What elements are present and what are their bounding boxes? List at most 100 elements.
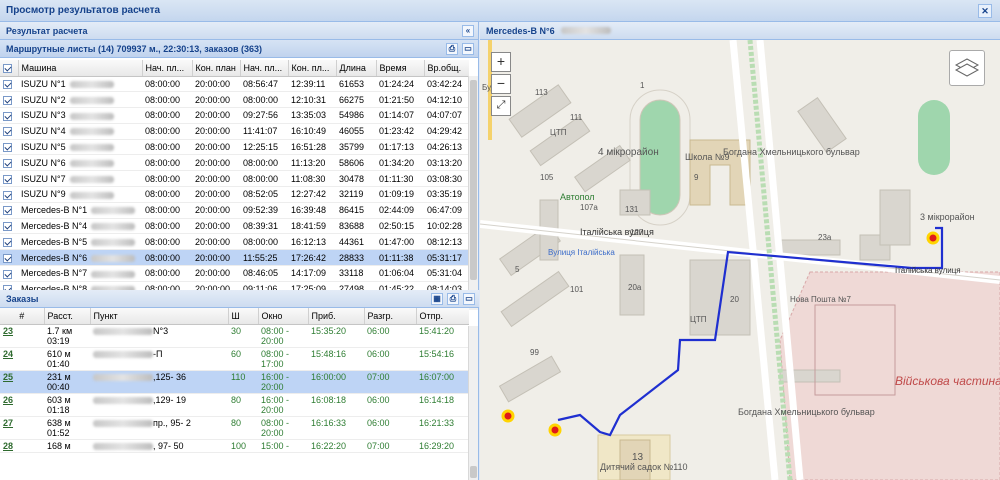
checkbox-cell[interactable] (0, 76, 18, 93)
zoom-out-button[interactable]: − (491, 74, 511, 94)
order-cell: 16:22:20 (308, 439, 364, 453)
orders-scrollbar[interactable] (468, 326, 478, 480)
end-plan-cell: 20:00:00 (192, 107, 240, 124)
checkbox-cell[interactable] (0, 233, 18, 251)
table-row[interactable]: ISUZU N°5 08:00:00 20:00:00 12:25:15 16:51:2… (0, 139, 469, 156)
select-all-checkbox[interactable] (0, 60, 19, 77)
row-checkbox[interactable] (3, 206, 12, 216)
total-time-cell: 08:12:13 (424, 233, 469, 251)
row-checkbox[interactable] (3, 190, 12, 200)
map-canvas[interactable]: Автопол 4 мікрорайон 3 мікрорайон Школа … (480, 40, 1000, 480)
table-row[interactable]: 25 231 м 00:40,125- 36 110 16:00 -20:00 16:00… (0, 370, 469, 394)
col-unload[interactable]: Разгр. (364, 308, 417, 325)
window-start: 16:00 - (261, 371, 290, 382)
order-number-link[interactable]: 28 (3, 441, 13, 451)
table-row[interactable]: 23 1.7 км 03:19 N°3 30 08:00 -20:00 15:35:20 06… (0, 324, 469, 348)
row-checkbox[interactable] (3, 143, 12, 153)
table-row[interactable]: Mercedes-B N°4 08:00:00 20:00:00 08:39:31 18… (0, 218, 469, 235)
order-cell: 603 м 01:18 (44, 393, 90, 417)
scrollbar-thumb[interactable] (470, 80, 477, 280)
col-length[interactable]: Длина (336, 60, 377, 77)
order-number-link[interactable]: 26 (3, 395, 13, 405)
table-row[interactable]: Mercedes-B N°7 08:00:00 20:00:00 08:46:05 14… (0, 265, 469, 282)
bld-20a: 20а (628, 283, 642, 292)
col-time[interactable]: Время (376, 60, 425, 77)
col-distance[interactable]: Расст. (44, 308, 91, 325)
table-row[interactable]: ISUZU N°6 08:00:00 20:00:00 08:00:00 11:13:2… (0, 154, 469, 172)
col-start-fact[interactable]: Нач. пл... (240, 60, 289, 77)
district3-label: 3 мікрорайон (920, 212, 975, 222)
table-row[interactable]: Mercedes-B N°1 08:00:00 20:00:00 09:52:39 16… (0, 202, 469, 219)
row-checkbox[interactable] (3, 127, 12, 137)
row-checkbox[interactable] (3, 174, 12, 184)
row-checkbox[interactable] (3, 95, 12, 105)
orders-title: Заказы (6, 293, 39, 304)
col-departure[interactable]: Отпр. (416, 308, 469, 325)
col-total-time[interactable]: Вр.общ. (424, 60, 469, 77)
total-time-cell: 04:12:10 (424, 91, 469, 109)
table-row[interactable]: ISUZU N°4 08:00:00 20:00:00 11:41:07 16:10:4… (0, 123, 469, 140)
checkbox-cell[interactable] (0, 186, 18, 203)
orders-header: Заказы ▦ ⎙ ▭ (0, 290, 479, 308)
checkbox-cell[interactable] (0, 154, 18, 172)
collapse-icon[interactable]: « (462, 25, 474, 37)
checkbox-cell[interactable] (0, 139, 18, 156)
checkbox-cell[interactable] (0, 170, 18, 188)
col-point[interactable]: Пункт (90, 308, 229, 325)
print-icon[interactable]: ⎙ (447, 293, 459, 305)
col-machine[interactable]: Машина (18, 60, 143, 77)
order-number-link[interactable]: 24 (3, 349, 13, 359)
scrollbar-thumb[interactable] (470, 466, 477, 478)
checkbox-cell[interactable] (0, 249, 18, 267)
row-checkbox[interactable] (3, 269, 12, 279)
col-end-plan[interactable]: Кон. план (192, 60, 241, 77)
table-row[interactable]: 28 168 м , 97- 50 100 15:00 - 16:22:20 07:00 16… (0, 439, 469, 453)
zoom-in-button[interactable]: + (491, 52, 511, 72)
order-number-link[interactable]: 27 (3, 418, 13, 428)
checkbox-cell[interactable] (0, 123, 18, 140)
row-checkbox[interactable] (3, 253, 12, 263)
redacted-address (93, 419, 153, 427)
print-icon[interactable]: ⎙ (446, 43, 458, 55)
row-checkbox[interactable] (3, 158, 12, 168)
map-icon[interactable]: ▦ (431, 293, 443, 305)
time-cell: 01:11:30 (376, 170, 424, 188)
col-window[interactable]: Окно (258, 308, 309, 325)
end-fact-cell: 12:10:31 (288, 91, 336, 109)
col-end-fact[interactable]: Кон. пл... (288, 60, 337, 77)
table-row[interactable]: ISUZU N°2 08:00:00 20:00:00 08:00:00 12:10:3… (0, 91, 469, 109)
col-start-plan[interactable]: Нач. пл... (142, 60, 193, 77)
table-row[interactable]: ISUZU N°3 08:00:00 20:00:00 09:27:56 13:35:0… (0, 107, 469, 124)
table-row[interactable]: ISUZU N°7 08:00:00 20:00:00 08:00:00 11:08:3… (0, 170, 469, 188)
minimize-icon[interactable]: ▭ (463, 293, 475, 305)
fullscreen-button[interactable]: ⤢ (491, 96, 511, 116)
route-sheets-scrollbar[interactable] (468, 76, 478, 310)
checkbox-cell[interactable] (0, 107, 18, 124)
order-number-link[interactable]: 23 (3, 326, 13, 336)
table-row[interactable]: Mercedes-B N°5 08:00:00 20:00:00 08:00:00 16… (0, 233, 469, 251)
col-width[interactable]: Ш (228, 308, 259, 325)
col-arrival[interactable]: Приб. (308, 308, 365, 325)
layers-button[interactable] (949, 50, 985, 86)
order-cell: 06:00 (364, 416, 416, 440)
route-sheets-header-row: Машина Нач. пл... Кон. план Нач. пл... К… (0, 60, 469, 77)
close-icon[interactable]: ✕ (978, 4, 992, 18)
table-row[interactable]: 27 638 м 01:52 пр., 95- 2 80 08:00 -20:00 16:1… (0, 416, 469, 440)
checkbox-cell[interactable] (0, 91, 18, 109)
minimize-icon[interactable]: ▭ (462, 43, 474, 55)
row-checkbox[interactable] (3, 79, 12, 89)
table-row[interactable]: ISUZU N°1 08:00:00 20:00:00 08:56:47 12:39:1… (0, 76, 469, 93)
table-row[interactable]: 26 603 м 01:18,129- 19 80 16:00 -20:00 16:08:… (0, 393, 469, 417)
checkbox-cell[interactable] (0, 218, 18, 235)
checkbox-cell[interactable] (0, 202, 18, 219)
table-row[interactable]: Mercedes-B N°6 08:00:00 20:00:00 11:55:25 17… (0, 249, 469, 267)
table-row[interactable]: 24 610 м 01:40 -П 60 08:00 -17:00 15:48:16 06:0… (0, 347, 469, 371)
row-checkbox[interactable] (3, 222, 12, 232)
start-plan-cell: 08:00:00 (142, 233, 192, 251)
table-row[interactable]: ISUZU N°9 08:00:00 20:00:00 08:52:05 12:27:4… (0, 186, 469, 203)
order-number-link[interactable]: 25 (3, 372, 13, 382)
row-checkbox[interactable] (3, 237, 12, 247)
col-number[interactable]: # (0, 308, 45, 325)
row-checkbox[interactable] (3, 111, 12, 121)
checkbox-cell[interactable] (0, 265, 18, 282)
